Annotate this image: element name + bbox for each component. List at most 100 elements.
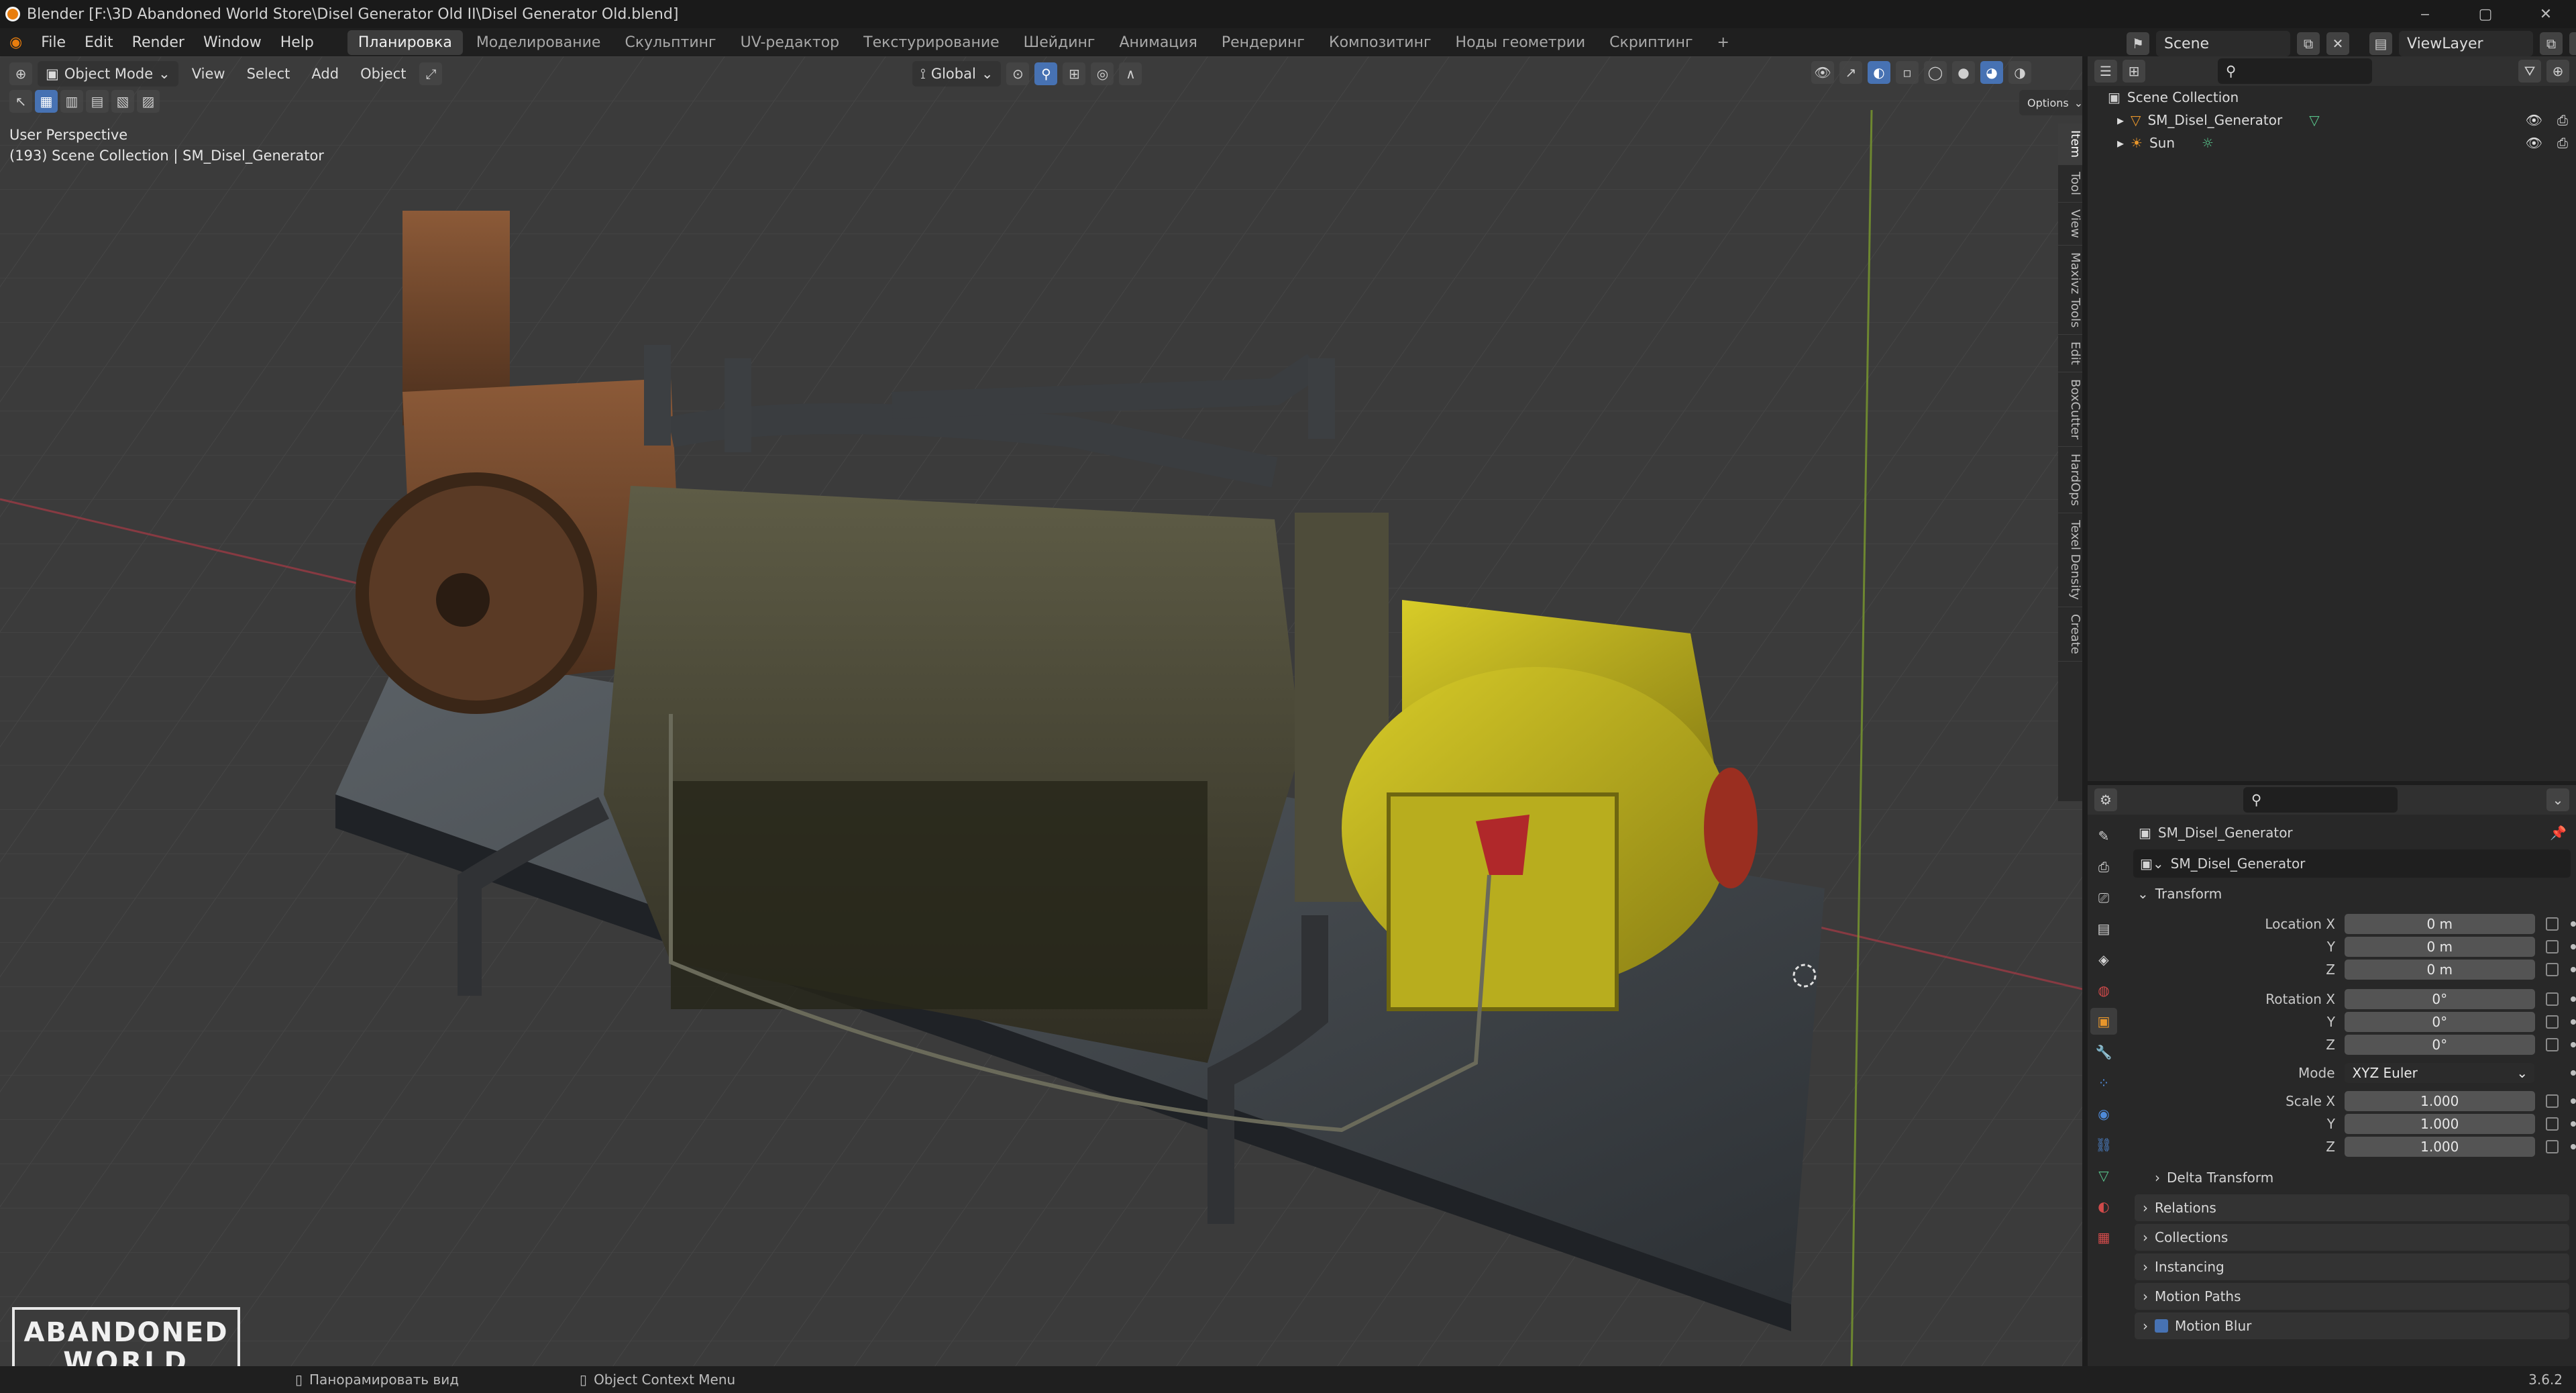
location-z-field[interactable]: 0 m bbox=[2344, 960, 2535, 980]
new-scene-icon[interactable]: ⧉ bbox=[2297, 32, 2320, 55]
editor-type-icon[interactable]: ⊕ bbox=[9, 62, 32, 85]
falloff-icon[interactable]: ∧ bbox=[1119, 62, 1142, 85]
lock-icon[interactable] bbox=[2545, 1038, 2559, 1051]
select-box-extend-icon[interactable]: ▥ bbox=[60, 90, 83, 113]
sidebar-tab-boxcutter[interactable]: BoxCutter bbox=[2058, 372, 2082, 447]
view-layer-tab-icon[interactable]: ▤ bbox=[2090, 915, 2117, 942]
wireframe-shading-icon[interactable]: ◯ bbox=[1924, 61, 1947, 84]
scene-selector[interactable]: Scene bbox=[2156, 31, 2290, 56]
texture-tab-icon[interactable]: ▦ bbox=[2090, 1224, 2117, 1251]
visibility-icon[interactable]: 👁 bbox=[1811, 61, 1834, 84]
tab-rendering[interactable]: Рендеринг bbox=[1211, 30, 1316, 55]
add-workspace-button[interactable]: + bbox=[1707, 30, 1740, 55]
transform-orientation-selector[interactable]: ⟟ Global ⌄ bbox=[912, 61, 1002, 87]
location-x-field[interactable]: 0 m bbox=[2344, 914, 2535, 934]
3d-viewport[interactable]: ⊕ ▣ Object Mode ⌄ View Select Add Object ⤢… bbox=[0, 56, 2082, 1366]
sidebar-tab-create[interactable]: Create bbox=[2058, 607, 2082, 662]
outliner-root-row[interactable]: ▣ Scene Collection bbox=[2088, 86, 2576, 109]
pin-icon[interactable]: 📌 bbox=[2550, 825, 2567, 841]
keyframe-dot-icon[interactable] bbox=[2571, 1121, 2576, 1127]
scale-x-field[interactable]: 1.000 bbox=[2344, 1091, 2535, 1111]
scale-y-field[interactable]: 1.000 bbox=[2344, 1114, 2535, 1134]
select-box-subtract-icon[interactable]: ▤ bbox=[86, 90, 109, 113]
snap-toggle-icon[interactable]: ⚲ bbox=[1034, 62, 1058, 85]
camera-icon[interactable]: ⎙ bbox=[2557, 135, 2568, 151]
tab-geometry-nodes[interactable]: Ноды геометрии bbox=[1445, 30, 1597, 55]
maximize-button[interactable]: ▢ bbox=[2455, 6, 2516, 23]
select-box-new-icon[interactable]: ▦ bbox=[35, 90, 58, 113]
keyframe-dot-icon[interactable] bbox=[2571, 944, 2576, 949]
minimize-button[interactable]: ‒ bbox=[2395, 6, 2455, 23]
render-tab-icon[interactable]: ⎙ bbox=[2090, 854, 2117, 880]
tab-layout[interactable]: Планировка bbox=[347, 30, 463, 55]
snap-target-icon[interactable]: ⊞ bbox=[1063, 62, 1086, 85]
instancing-panel-header[interactable]: › Instancing bbox=[2135, 1253, 2569, 1280]
data-tab-icon[interactable]: ▽ bbox=[2090, 1162, 2117, 1189]
mode-selector[interactable]: ▣ Object Mode ⌄ bbox=[38, 61, 178, 87]
menu-file[interactable]: File bbox=[32, 34, 75, 51]
tab-modeling[interactable]: Моделирование bbox=[466, 30, 612, 55]
particles-tab-icon[interactable]: ⁘ bbox=[2090, 1070, 2117, 1096]
menu-window[interactable]: Window bbox=[194, 34, 271, 51]
new-collection-icon[interactable]: ⊕ bbox=[2546, 60, 2569, 83]
menu-render[interactable]: Render bbox=[123, 34, 194, 51]
solid-shading-icon[interactable]: ● bbox=[1952, 61, 1975, 84]
keyframe-dot-icon[interactable] bbox=[2571, 967, 2576, 972]
view-layer-selector[interactable]: ViewLayer bbox=[2399, 31, 2533, 56]
keyframe-dot-icon[interactable] bbox=[2571, 1070, 2576, 1076]
sidebar-tab-view[interactable]: View bbox=[2058, 203, 2082, 246]
blender-menu-icon[interactable]: ◉ bbox=[0, 34, 32, 51]
world-tab-icon[interactable]: ◍ bbox=[2090, 977, 2117, 1004]
tab-texture-paint[interactable]: Текстурирование bbox=[853, 30, 1010, 55]
outliner-search-input[interactable]: ⚲ bbox=[2218, 58, 2372, 84]
sidebar-tab-tool[interactable]: Tool bbox=[2058, 165, 2082, 203]
scene-icon[interactable]: ⚑ bbox=[2127, 32, 2149, 55]
proportional-edit-icon[interactable]: ◎ bbox=[1091, 62, 1114, 85]
object-tab-icon[interactable]: ▣ bbox=[2090, 1008, 2117, 1035]
scale-z-field[interactable]: 1.000 bbox=[2344, 1137, 2535, 1157]
rotation-mode-select[interactable]: XYZ Euler ⌄ bbox=[2344, 1063, 2535, 1083]
menu-view[interactable]: View bbox=[184, 61, 233, 87]
tab-uv-editing[interactable]: UV-редактор bbox=[730, 30, 851, 55]
collections-panel-header[interactable]: › Collections bbox=[2135, 1224, 2569, 1251]
delete-scene-icon[interactable]: ✕ bbox=[2326, 32, 2349, 55]
rotation-x-field[interactable]: 0° bbox=[2344, 989, 2535, 1009]
lock-icon[interactable] bbox=[2545, 1140, 2559, 1153]
keyframe-dot-icon[interactable] bbox=[2571, 1019, 2576, 1025]
view-layer-icon[interactable]: ▤ bbox=[2369, 32, 2392, 55]
motion-paths-panel-header[interactable]: › Motion Paths bbox=[2135, 1283, 2569, 1310]
rendered-shading-icon[interactable]: ◑ bbox=[2008, 61, 2031, 84]
relations-panel-header[interactable]: › Relations bbox=[2135, 1194, 2569, 1221]
sidebar-tab-edit[interactable]: Edit bbox=[2058, 335, 2082, 372]
tab-scripting[interactable]: Скриптинг bbox=[1599, 30, 1703, 55]
expand-arrow-icon[interactable]: ▸ bbox=[2117, 112, 2124, 128]
tab-shading[interactable]: Шейдинг bbox=[1013, 30, 1106, 55]
object-name-field[interactable]: ▣⌄ SM_Disel_Generator bbox=[2133, 849, 2571, 878]
menu-edit[interactable]: Edit bbox=[75, 34, 123, 51]
sidebar-tab-texel-density[interactable]: Texel Density bbox=[2058, 513, 2082, 608]
motion-blur-panel-header[interactable]: › Motion Blur bbox=[2135, 1312, 2569, 1339]
eye-icon[interactable]: 👁 bbox=[2526, 112, 2542, 128]
lock-icon[interactable] bbox=[2545, 917, 2559, 931]
lock-icon[interactable] bbox=[2545, 963, 2559, 976]
filter-icon[interactable]: ⛛ bbox=[2518, 60, 2541, 83]
select-tool-icon[interactable]: ↖ bbox=[9, 90, 32, 113]
keyframe-dot-icon[interactable] bbox=[2571, 1144, 2576, 1149]
select-box-intersect-icon[interactable]: ▨ bbox=[137, 90, 160, 113]
tab-sculpting[interactable]: Скульптинг bbox=[614, 30, 727, 55]
overlays-toggle-icon[interactable]: ◐ bbox=[1868, 61, 1890, 84]
transform-panel-header[interactable]: ⌄ Transform bbox=[2128, 880, 2576, 907]
menu-select[interactable]: Select bbox=[239, 61, 299, 87]
physics-tab-icon[interactable]: ◉ bbox=[2090, 1100, 2117, 1127]
constraints-tab-icon[interactable]: ⛓ bbox=[2090, 1131, 2117, 1158]
pivot-point-icon[interactable]: ⊙ bbox=[1006, 62, 1030, 85]
display-mode-icon[interactable]: ⊞ bbox=[2123, 60, 2145, 83]
location-y-field[interactable]: 0 m bbox=[2344, 937, 2535, 957]
rotation-y-field[interactable]: 0° bbox=[2344, 1012, 2535, 1032]
chevron-down-icon[interactable]: ⌄ bbox=[2546, 788, 2569, 811]
tab-compositing[interactable]: Композитинг bbox=[1318, 30, 1442, 55]
camera-icon[interactable]: ⎙ bbox=[2557, 112, 2568, 128]
output-tab-icon[interactable]: ⎚ bbox=[2090, 884, 2117, 911]
outliner-item-sun[interactable]: ▸ ☀ Sun ☼ 👁 ⎙ bbox=[2088, 132, 2576, 154]
select-box-invert-icon[interactable]: ▧ bbox=[111, 90, 134, 113]
